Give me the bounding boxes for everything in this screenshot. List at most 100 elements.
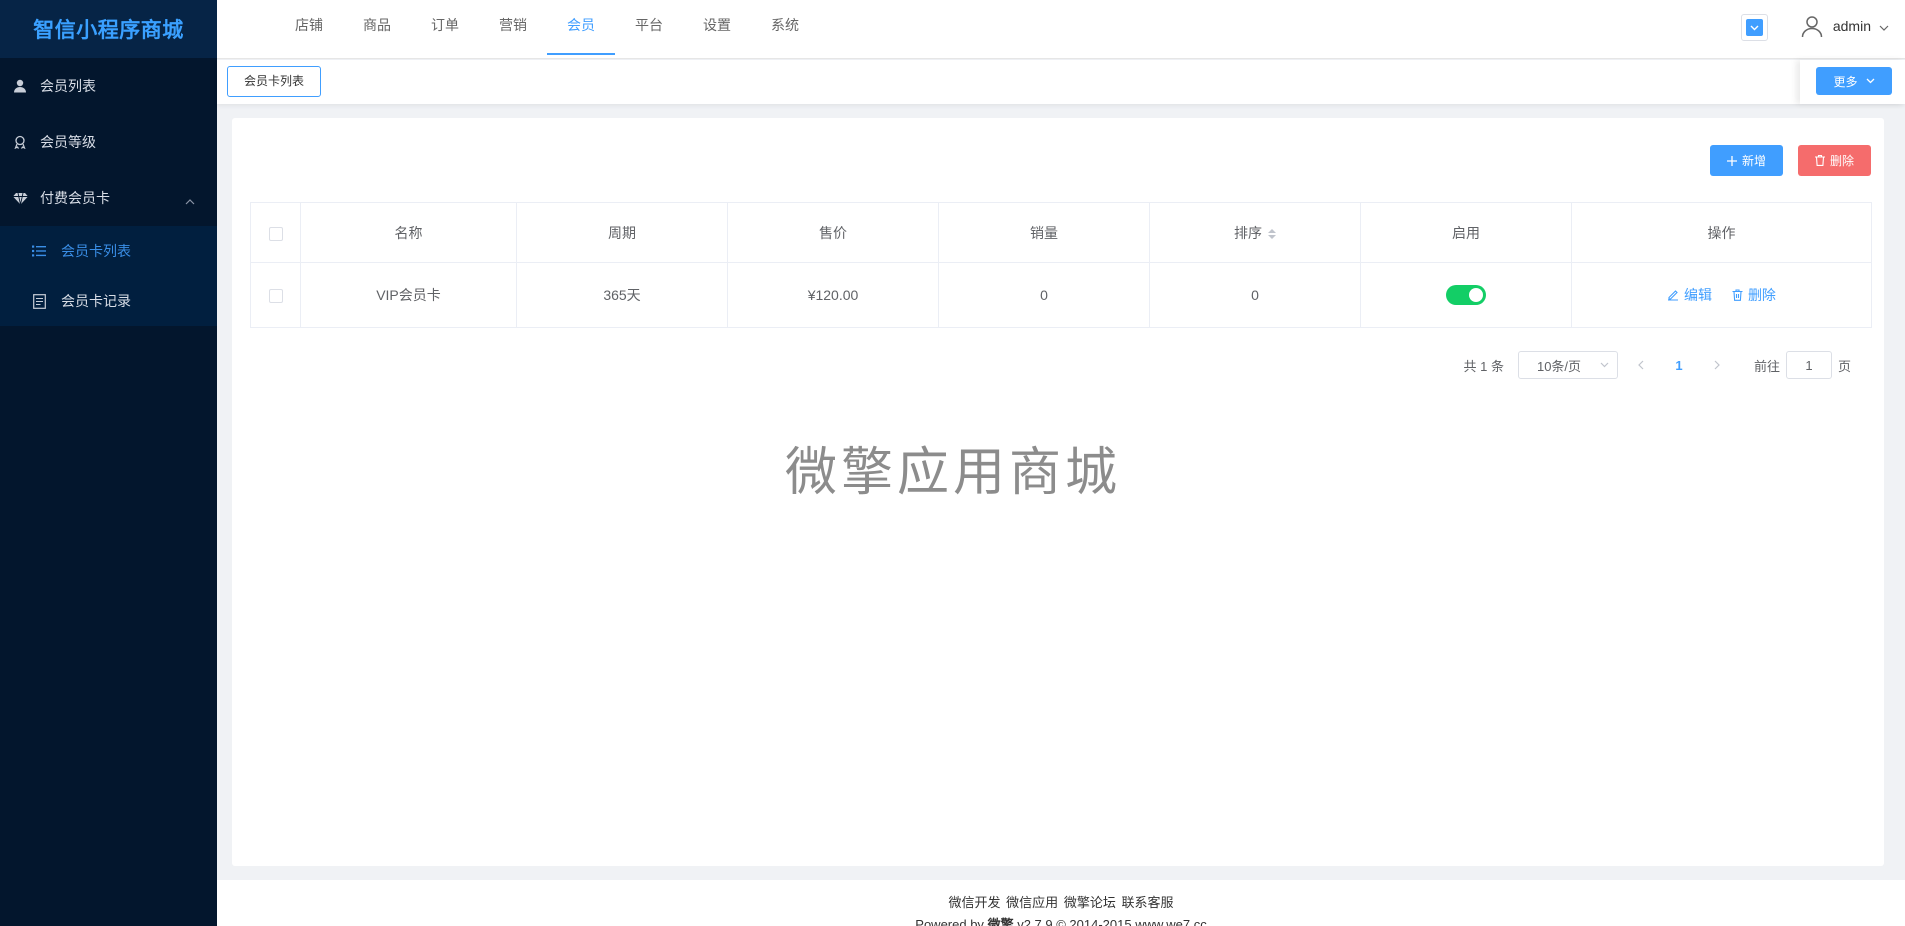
pagination-total: 共 1 条	[1463, 358, 1504, 374]
tab-card-list[interactable]: 会员卡列表	[227, 66, 322, 97]
topnav-goods[interactable]: 商品	[343, 0, 411, 55]
footer-link[interactable]: 微信应用	[1006, 895, 1058, 910]
chevron-down-icon	[1746, 19, 1763, 36]
prev-page-button[interactable]	[1626, 360, 1656, 370]
select-all-checkbox[interactable]	[268, 226, 283, 241]
plus-icon	[1726, 155, 1737, 166]
page-size-select[interactable]: 10条/页	[1517, 351, 1618, 379]
avatar-icon	[1800, 14, 1824, 38]
footer-powered: Powered by 微擎 v2.7.9 © 2014-2015 www.we7…	[217, 914, 1905, 926]
user-menu[interactable]: admin	[1800, 14, 1889, 38]
footer-links: 微信开发 微信应用 微擎论坛 联系客服	[217, 880, 1905, 911]
sidebar: 智信小程序商城 会员列表 会员等级 付费会员卡 会员卡列表 会员卡记录	[0, 0, 217, 926]
edit-icon	[1667, 289, 1679, 301]
chevron-up-icon	[185, 192, 195, 208]
list-icon	[31, 243, 47, 259]
footer-link[interactable]: 微信开发	[949, 895, 1001, 910]
tab-bar: 会员卡列表 更多	[217, 60, 1905, 104]
chevron-down-icon	[1866, 78, 1874, 84]
topnav-platform[interactable]: 平台	[615, 0, 683, 55]
table-header-row: 名称 周期 售价 销量 排序 启用 操作	[250, 202, 1872, 263]
powered-suffix: v2.7.9 © 2014-2015 www.we7.cc	[1017, 917, 1207, 926]
topnav-member[interactable]: 会员	[547, 0, 615, 55]
enabled-toggle[interactable]	[1446, 285, 1486, 305]
submenu-paid-card: 会员卡列表 会员卡记录	[0, 226, 217, 326]
top-header: 店铺 商品 订单 营销 会员 平台 设置 系统 admin	[217, 0, 1905, 59]
sidebar-item-member-level[interactable]: 会员等级	[0, 114, 217, 170]
header-actions: 操作	[1571, 202, 1872, 263]
sidebar-subitem-label: 会员卡记录	[61, 293, 131, 309]
watermark: 微擎应用商城	[785, 443, 1122, 503]
more-label: 更多	[1833, 74, 1858, 89]
header-sort[interactable]: 排序	[1149, 202, 1361, 263]
header-period: 周期	[516, 202, 728, 263]
powered-brand: 微擎	[987, 917, 1014, 926]
chevron-right-icon	[1714, 360, 1720, 370]
more-area: 更多	[1800, 60, 1905, 104]
brand: 智信小程序商城	[0, 0, 217, 58]
goto-page-input[interactable]	[1785, 351, 1832, 379]
edit-link[interactable]: 编辑	[1667, 285, 1712, 305]
topnav-marketing[interactable]: 营销	[479, 0, 547, 55]
more-button[interactable]: 更多	[1816, 67, 1892, 95]
footer: 微信开发 微信应用 微擎论坛 联系客服 Powered by 微擎 v2.7.9…	[217, 880, 1905, 926]
header-enabled: 启用	[1360, 202, 1572, 263]
footer-link[interactable]: 联系客服	[1121, 895, 1173, 910]
edit-label: 编辑	[1684, 287, 1713, 303]
page-number[interactable]: 1	[1664, 358, 1694, 373]
sidebar-item-label: 会员列表	[40, 78, 96, 94]
goto-page: 前往 页	[1754, 351, 1851, 379]
topnav-system[interactable]: 系统	[751, 0, 819, 55]
brand-title: 智信小程序商城	[33, 18, 184, 42]
header-select	[250, 202, 301, 263]
delete-button[interactable]: 删除	[1798, 145, 1871, 176]
trash-icon	[1814, 155, 1825, 166]
member-card-table: 名称 周期 售价 销量 排序 启用 操作 VIP会员卡 365天 ¥120.00…	[250, 202, 1872, 328]
diamond-icon	[12, 190, 28, 206]
cell-name: VIP会员卡	[300, 262, 517, 328]
sidebar-subitem-card-list[interactable]: 会员卡列表	[0, 226, 217, 276]
sidebar-item-member-list[interactable]: 会员列表	[0, 58, 217, 114]
add-button[interactable]: 新增	[1710, 145, 1783, 176]
sidebar-subitem-card-record[interactable]: 会员卡记录	[0, 276, 217, 326]
document-icon	[31, 293, 47, 309]
sidebar-item-label: 会员等级	[40, 134, 96, 150]
goto-unit: 页	[1837, 358, 1851, 374]
cell-sales: 0	[938, 262, 1150, 328]
dropdown-toggle-button[interactable]	[1741, 14, 1768, 41]
chevron-left-icon	[1638, 360, 1644, 370]
sidebar-item-paid-card[interactable]: 付费会员卡	[0, 170, 217, 226]
topnav-orders[interactable]: 订单	[411, 0, 479, 55]
row-delete-link[interactable]: 删除	[1732, 285, 1776, 305]
table-row: VIP会员卡 365天 ¥120.00 0 0 编辑 删除	[250, 262, 1872, 328]
username: admin	[1832, 18, 1871, 34]
sort-icon[interactable]	[1268, 228, 1276, 239]
page-size-value: 10条/页	[1536, 358, 1582, 374]
trash-icon	[1732, 289, 1743, 301]
sidebar-subitem-label: 会员卡列表	[61, 243, 131, 259]
row-delete-label: 删除	[1747, 287, 1776, 303]
powered-prefix: Powered by	[915, 917, 984, 926]
goto-label: 前往	[1753, 358, 1780, 374]
topnav-store[interactable]: 店铺	[275, 0, 343, 55]
cell-sort: 0	[1149, 262, 1361, 328]
cell-enabled	[1360, 262, 1572, 328]
header-sales: 销量	[938, 202, 1150, 263]
cell-period: 365天	[516, 262, 728, 328]
user-icon	[12, 78, 28, 94]
next-page-button[interactable]	[1702, 360, 1732, 370]
topnav-settings[interactable]: 设置	[683, 0, 751, 55]
footer-link[interactable]: 微擎论坛	[1064, 895, 1116, 910]
main-panel: 新增 删除 名称 周期 售价 销量 排序 启用 操作 VIP会员卡 365天 ¥…	[232, 118, 1884, 866]
row-checkbox[interactable]	[268, 289, 283, 304]
chevron-down-icon	[1600, 362, 1609, 368]
chevron-down-icon	[1879, 18, 1889, 34]
level-icon	[12, 134, 28, 150]
cell-select	[250, 262, 301, 328]
sidebar-item-label: 付费会员卡	[40, 190, 110, 206]
add-label: 新增	[1741, 154, 1766, 168]
delete-label: 删除	[1829, 154, 1854, 168]
header-sort-label: 排序	[1234, 224, 1262, 241]
header-price: 售价	[727, 202, 939, 263]
top-nav: 店铺 商品 订单 营销 会员 平台 设置 系统	[275, 0, 819, 55]
